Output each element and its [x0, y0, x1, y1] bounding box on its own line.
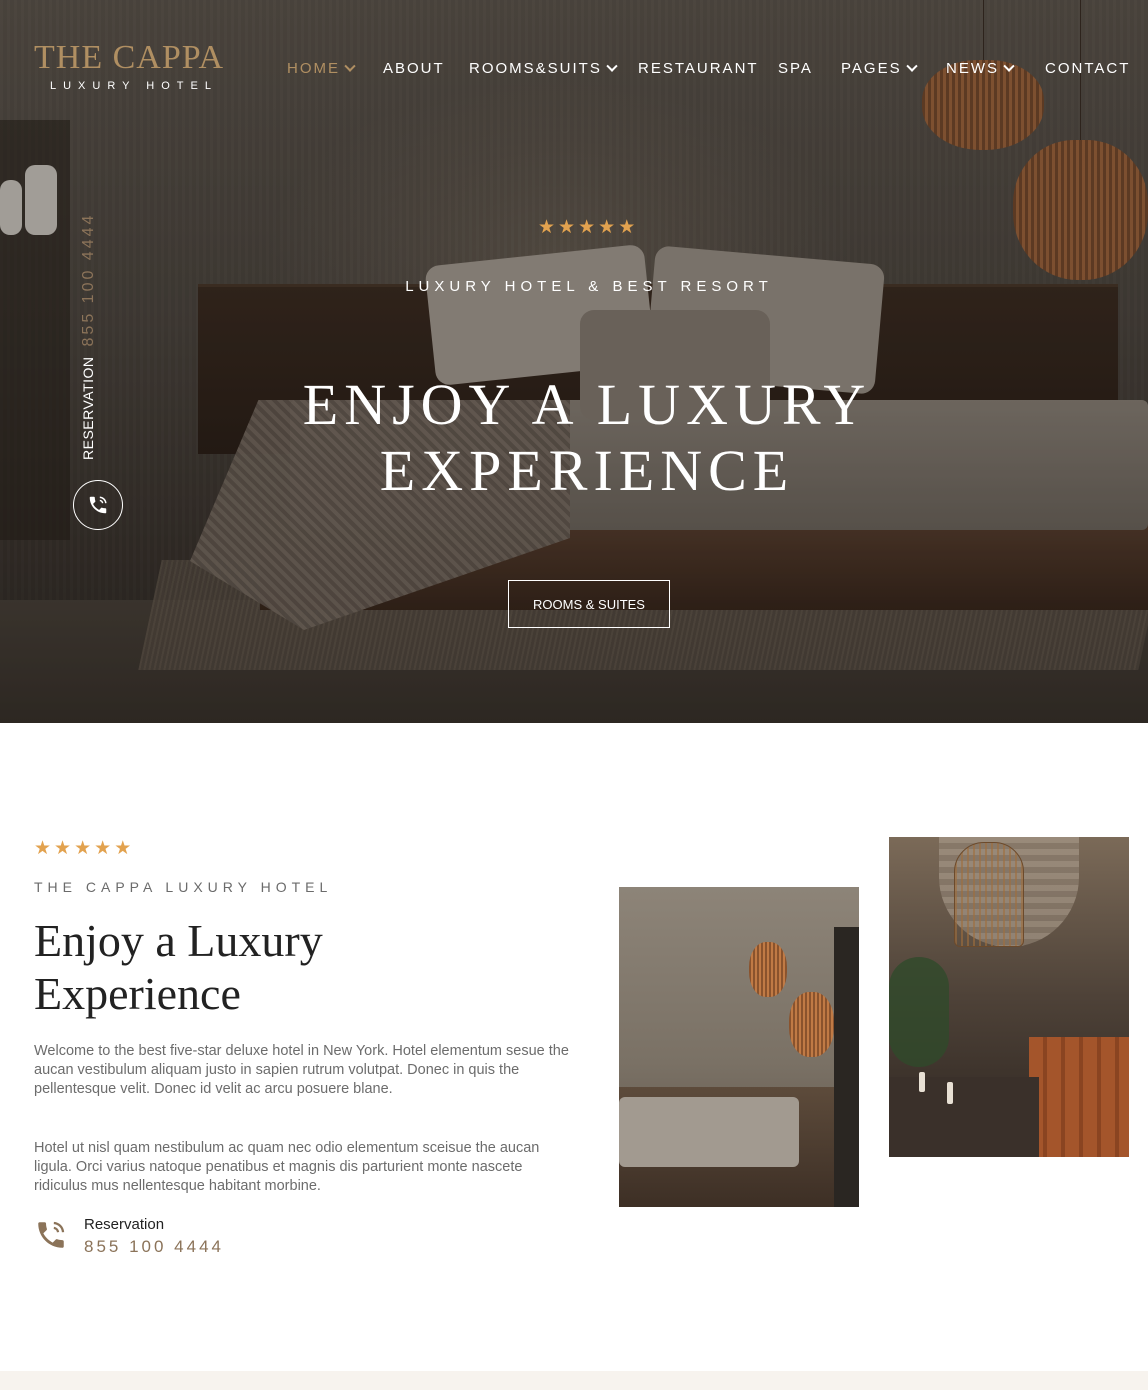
about-rating-stars: ★ ★ ★ ★ ★: [34, 839, 131, 859]
nav-item-label: ROOMS&SUITS: [469, 60, 602, 77]
nav-item-spa[interactable]: SPA: [778, 60, 813, 77]
chevron-down-icon: [905, 60, 918, 72]
nav-item-home[interactable]: HOME: [287, 60, 356, 77]
reservation-number[interactable]: 855 100 4444: [84, 1237, 224, 1257]
about-title: Enjoy a Luxury Experience: [34, 914, 454, 1020]
rooms-suites-button[interactable]: ROOMS & SUITES: [508, 580, 670, 628]
star-icon: ★: [538, 217, 556, 238]
brand-logo-name[interactable]: THE CAPPA: [34, 40, 224, 76]
chevron-down-icon: [1003, 60, 1015, 72]
star-icon: ★: [34, 838, 52, 859]
wine-glass: [919, 1072, 925, 1092]
nav-item-label: RESTAURANT: [638, 60, 759, 77]
chevron-down-icon: [344, 60, 356, 72]
phone-icon: [89, 496, 107, 514]
nav-item-news[interactable]: NEWS: [946, 60, 1015, 77]
about-title-line: Experience: [34, 968, 241, 1019]
nav-item-restaurant[interactable]: RESTAURANT: [638, 60, 759, 77]
pendant-lamp: [954, 842, 1024, 947]
brand-logo-tagline: LUXURY HOTEL: [50, 80, 218, 92]
bedroom-photo: [619, 887, 859, 1207]
nav-item-label: ABOUT: [383, 60, 445, 77]
star-icon: ★: [54, 838, 72, 859]
nav-item-pages[interactable]: PAGES: [841, 60, 918, 77]
nav-item-label: NEWS: [946, 60, 999, 77]
about-title-line: Enjoy a Luxury: [34, 915, 323, 966]
nav-item-label: PAGES: [841, 60, 902, 77]
photo-bed-linen: [619, 1097, 799, 1167]
phone-icon: [38, 1221, 65, 1248]
star-icon: ★: [114, 838, 132, 859]
photo-tables: [889, 1077, 1039, 1157]
nav-item-contact[interactable]: CONTACT: [1045, 60, 1130, 77]
pendant-lamp: [789, 992, 834, 1057]
side-reservation-label: RESERVATION: [80, 356, 96, 460]
reservation-label: Reservation: [84, 1216, 165, 1233]
photo-door: [834, 927, 859, 1207]
nav-item-label: SPA: [778, 60, 813, 77]
star-icon: ★: [74, 838, 92, 859]
star-icon: ★: [618, 217, 636, 238]
hero-kicker: LUXURY HOTEL & BEST RESORT: [405, 278, 773, 295]
next-section-band: [0, 1371, 1148, 1390]
side-reservation-number[interactable]: 855 100 4444: [80, 213, 98, 347]
photo-banquette: [1029, 1037, 1129, 1157]
hero-title-line: EXPERIENCE: [379, 438, 795, 503]
about-kicker: THE CAPPA LUXURY HOTEL: [34, 879, 333, 895]
nav-item-rooms-suits[interactable]: ROOMS&SUITS: [469, 60, 618, 77]
about-paragraph: Welcome to the best five-star deluxe hot…: [34, 1043, 569, 1097]
hero-title: ENJOY A LUXURY EXPERIENCE: [0, 372, 1148, 504]
nav-item-label: CONTACT: [1045, 60, 1131, 77]
star-icon: ★: [558, 217, 576, 238]
side-phone-button[interactable]: [73, 480, 123, 530]
star-icon: ★: [598, 217, 616, 238]
wine-glass: [947, 1082, 953, 1104]
pendant-lamp: [749, 942, 787, 997]
chevron-down-icon: [606, 60, 618, 72]
nav-item-about[interactable]: ABOUT: [383, 60, 445, 77]
nav-item-label: HOME: [287, 60, 340, 77]
side-reservation: RESERVATION 855 100 4444: [80, 213, 98, 460]
photo-plant: [889, 957, 949, 1067]
star-icon: ★: [578, 217, 596, 238]
restaurant-photo: [889, 837, 1129, 1157]
hero-rating-stars: ★ ★ ★ ★ ★: [538, 218, 635, 238]
star-icon: ★: [94, 838, 112, 859]
about-paragraph: Hotel ut nisl quam nestibulum ac quam ne…: [34, 1140, 540, 1194]
hero-title-line: ENJOY A LUXURY: [302, 372, 872, 437]
